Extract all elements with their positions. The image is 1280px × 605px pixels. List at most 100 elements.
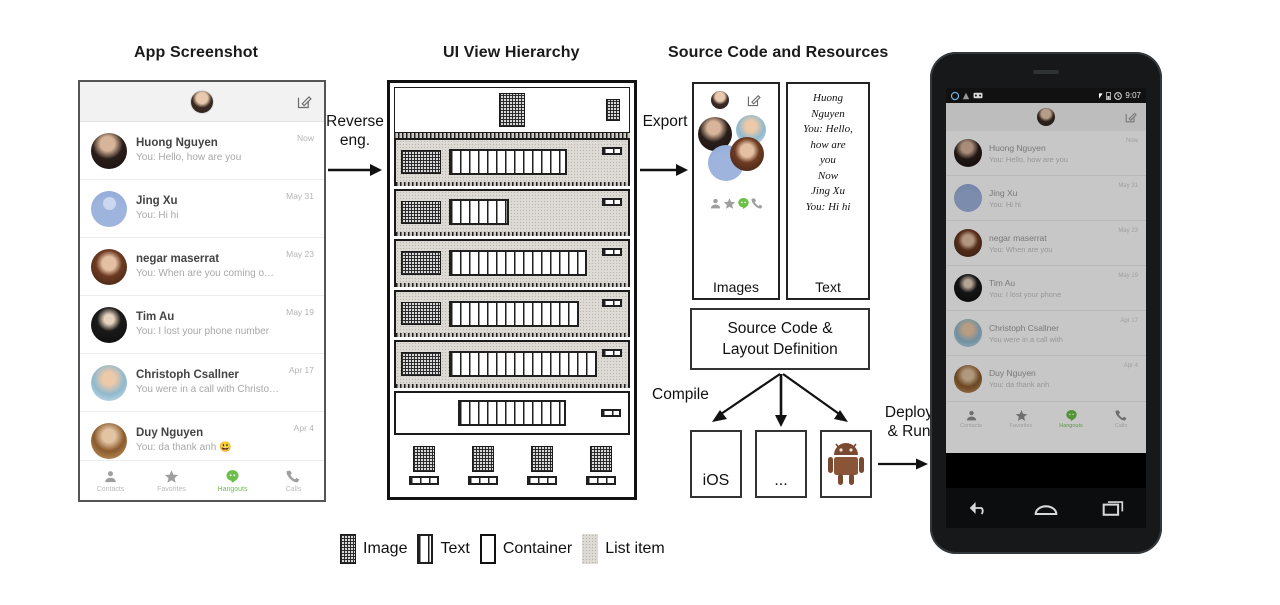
text-asset: You: Hello, bbox=[803, 123, 853, 135]
hierarchy-text-node bbox=[449, 148, 567, 175]
avatar bbox=[91, 422, 127, 459]
screenshot-icon bbox=[973, 92, 983, 99]
legend-item-image: Image bbox=[340, 534, 407, 564]
tab-hangouts[interactable]: Hangouts bbox=[1046, 402, 1096, 435]
hangouts-icon bbox=[226, 469, 239, 483]
hierarchy-tab bbox=[408, 446, 439, 486]
contact-message: You: da thank anh 😃 bbox=[136, 442, 232, 453]
status-clock: 9:07 bbox=[1125, 91, 1141, 100]
text-caption: Text bbox=[815, 279, 841, 295]
figure-canvas: App Screenshot UI View Hierarchy Source … bbox=[0, 0, 1280, 605]
contact-time: May 19 bbox=[1118, 273, 1138, 279]
tab-calls[interactable]: Calls bbox=[263, 461, 324, 500]
contact-name: negar maserrat bbox=[989, 232, 1047, 243]
hierarchy-text-node bbox=[408, 476, 439, 486]
contact-time: May 19 bbox=[286, 307, 314, 317]
list-item[interactable]: Jing Xu You: Hi hi May 31 bbox=[946, 176, 1146, 221]
list-item[interactable]: Tim Au You: I lost your phone number May… bbox=[80, 296, 324, 354]
contact-time: May 23 bbox=[1118, 228, 1138, 234]
text-asset: Jing Xu bbox=[811, 185, 845, 197]
home-icon[interactable] bbox=[1034, 499, 1058, 517]
hierarchy-appbar-container bbox=[394, 87, 630, 133]
hierarchy-text-node bbox=[602, 298, 622, 307]
tab-label: Calls bbox=[285, 485, 302, 493]
contact-time: May 31 bbox=[286, 191, 314, 201]
tab-label: Favorites bbox=[1009, 422, 1033, 429]
person-icon bbox=[105, 470, 116, 482]
list-item[interactable]: Jing Xu You: Hi hi May 31 bbox=[80, 180, 324, 238]
notification-icon bbox=[962, 92, 970, 99]
title-source-code-resources: Source Code and Resources bbox=[668, 44, 889, 61]
legend-label: List item bbox=[605, 540, 665, 557]
person-icon bbox=[966, 410, 976, 420]
ios-label: iOS bbox=[702, 472, 730, 489]
legend-label: Image bbox=[363, 540, 408, 557]
hierarchy-text-node bbox=[449, 249, 587, 276]
list-item[interactable]: negar maserrat You: When are you May 23 bbox=[946, 221, 1146, 266]
hierarchy-image-node bbox=[412, 446, 435, 473]
contact-name: Duy Nguyen bbox=[989, 368, 1036, 378]
other-target: ... bbox=[755, 430, 807, 498]
tab-favorites[interactable]: Favorites bbox=[141, 461, 202, 500]
tab-contacts[interactable]: Contacts bbox=[946, 402, 996, 435]
star-icon bbox=[723, 198, 735, 209]
phone-icon bbox=[1115, 409, 1126, 421]
recents-icon[interactable] bbox=[1102, 499, 1124, 517]
device-screen: 9:07 Huong Nguyen You: Hello, how are yo… bbox=[946, 88, 1146, 488]
tab-hangouts[interactable]: Hangouts bbox=[202, 461, 263, 500]
ios-target: iOS bbox=[690, 430, 742, 498]
contact-name: Jing Xu bbox=[989, 187, 1018, 198]
hierarchy-list-item bbox=[394, 340, 630, 388]
wifi-icon bbox=[1099, 92, 1104, 99]
hierarchy-image-node bbox=[606, 99, 620, 121]
tab-label: Favorites bbox=[157, 485, 186, 493]
source-code-box: Source Code & Layout Definition bbox=[690, 308, 870, 370]
export-label: Export bbox=[642, 113, 688, 130]
contact-message: You were in a call with Christoph bbox=[136, 384, 280, 395]
tab-contacts[interactable]: Contacts bbox=[80, 461, 141, 500]
legend-item-container: Container bbox=[479, 534, 572, 564]
legend: Image Text Container List item bbox=[340, 528, 732, 570]
avatar bbox=[91, 190, 127, 227]
list-item[interactable]: Christoph Csallner You were in a call wi… bbox=[80, 354, 324, 412]
hierarchy-text-node bbox=[449, 351, 597, 378]
contact-name: Duy Nguyen bbox=[136, 427, 204, 439]
list-item[interactable]: Huong Nguyen You: Hello, how are you Now bbox=[946, 131, 1146, 176]
app-screenshot-panel: Huong Nguyen You: Hello, how are you Now… bbox=[78, 80, 326, 502]
avatar bbox=[91, 132, 127, 169]
contact-message: You were in a call with bbox=[989, 334, 1063, 344]
contact-time: May 31 bbox=[1118, 183, 1138, 189]
hierarchy-image-node bbox=[471, 446, 494, 473]
avatar bbox=[954, 364, 982, 393]
hierarchy-text-node bbox=[458, 399, 566, 426]
hierarchy-list-item bbox=[394, 138, 630, 186]
list-item[interactable]: negar maserrat You: When are you coming … bbox=[80, 238, 324, 296]
list-item[interactable]: Tim Au You: I lost your phone May 19 bbox=[946, 266, 1146, 311]
images-appbar-assets bbox=[694, 84, 778, 109]
hierarchy-image-node bbox=[530, 446, 553, 473]
back-icon[interactable] bbox=[968, 499, 990, 517]
battery-icon bbox=[1106, 91, 1112, 100]
list-item[interactable]: Duy Nguyen You: da thank anh Apr 4 bbox=[946, 356, 1146, 401]
list-item[interactable]: Christoph Csallner You were in a call wi… bbox=[946, 311, 1146, 356]
contact-name: Christoph Csallner bbox=[989, 322, 1059, 333]
list-item[interactable]: Huong Nguyen You: Hello, how are you Now bbox=[80, 122, 324, 180]
contact-message: You: da thank anh bbox=[989, 380, 1050, 389]
device-bottom-tab-bar: Contacts Favorites Hangouts Calls bbox=[946, 401, 1146, 435]
avatar bbox=[954, 229, 982, 257]
hierarchy-list-item bbox=[394, 188, 630, 237]
avatar bbox=[954, 139, 982, 167]
compose-icon[interactable] bbox=[1125, 111, 1137, 123]
compose-icon[interactable] bbox=[297, 94, 312, 109]
tab-favorites[interactable]: Favorites bbox=[996, 402, 1046, 435]
hierarchy-text-node bbox=[449, 199, 509, 226]
phone-icon bbox=[751, 198, 762, 209]
hangouts-icon bbox=[737, 197, 749, 210]
images-caption: Images bbox=[713, 279, 759, 295]
contact-time: Apr 17 bbox=[288, 365, 314, 375]
compile-arrows bbox=[712, 373, 848, 427]
avatar bbox=[954, 274, 982, 302]
contact-message: You: Hi hi bbox=[989, 199, 1021, 209]
tab-calls[interactable]: Calls bbox=[1096, 402, 1146, 435]
contact-time: Now bbox=[1125, 138, 1138, 144]
